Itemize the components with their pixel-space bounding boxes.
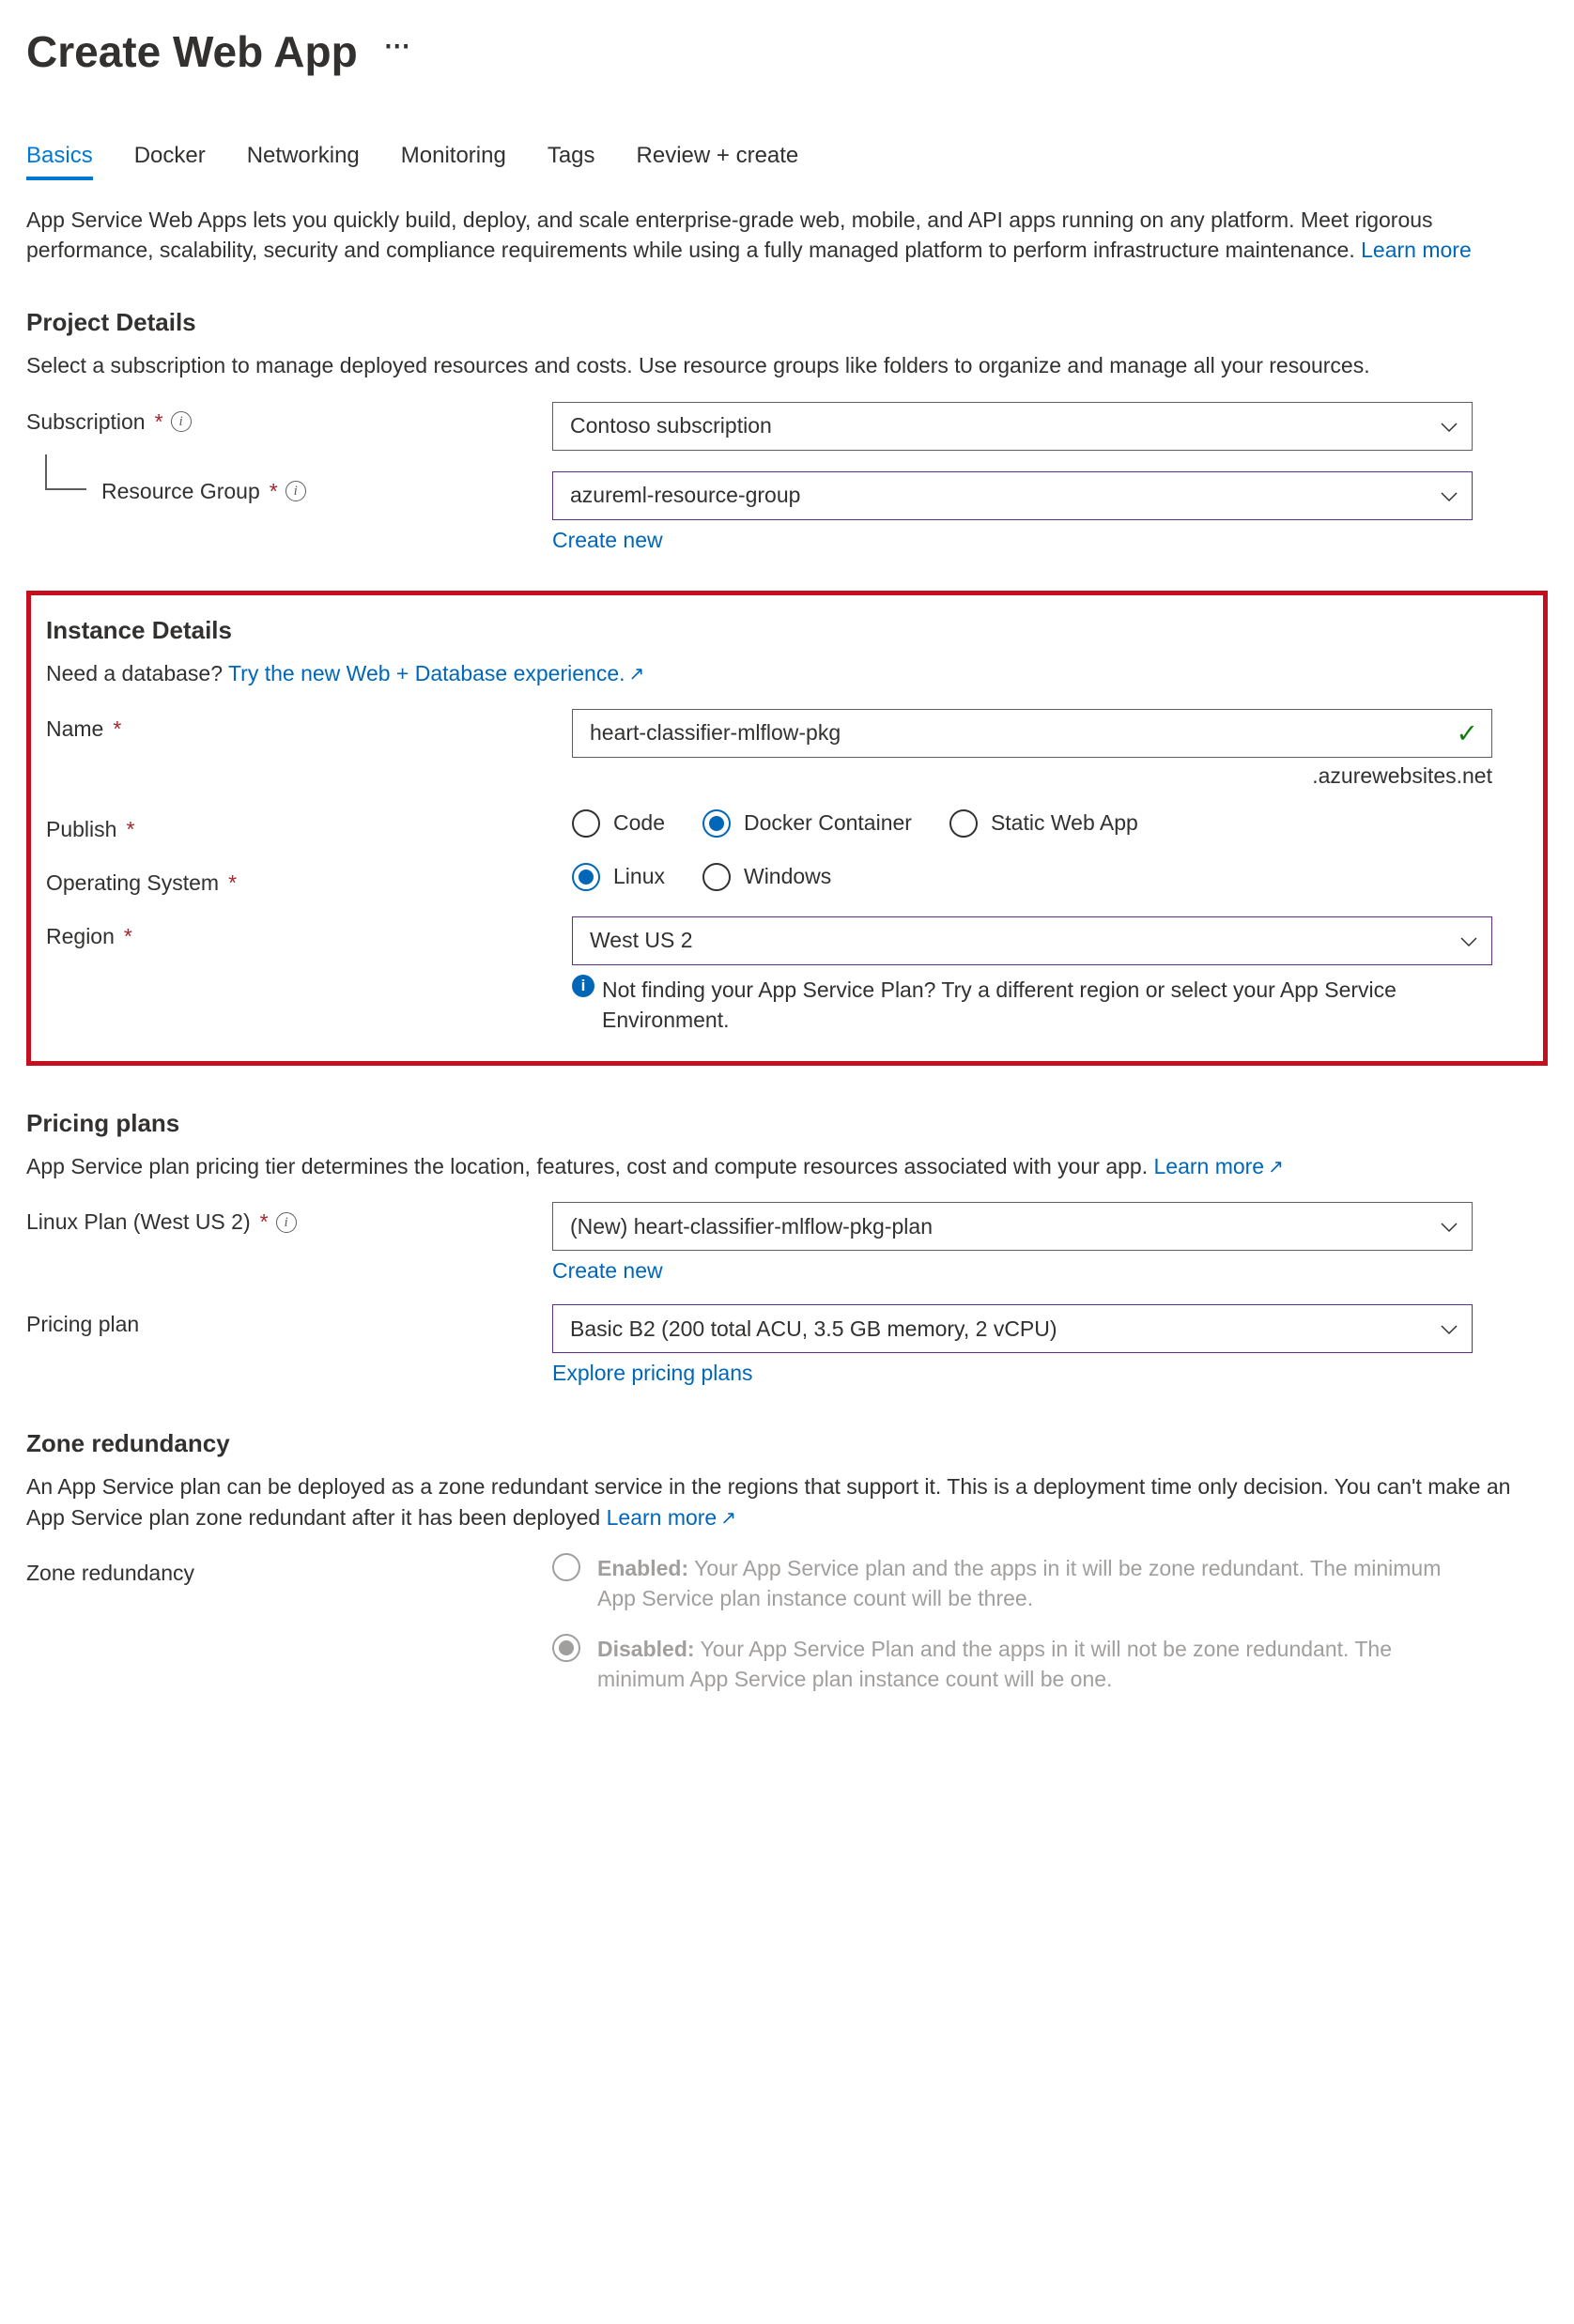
db-prompt: Need a database? Try the new Web + Datab…: [46, 658, 1528, 688]
tabs: Basics Docker Networking Monitoring Tags…: [26, 143, 1548, 178]
create-new-plan-link[interactable]: Create new: [552, 1258, 663, 1284]
zone-desc: An App Service plan can be deployed as a…: [26, 1471, 1548, 1531]
chevron-down-icon: [1440, 1217, 1458, 1236]
info-icon[interactable]: i: [285, 481, 306, 501]
zone-disabled-radio: [552, 1634, 580, 1662]
zone-row: Zone redundancy Enabled: Your App Servic…: [26, 1553, 1548, 1716]
web-database-link[interactable]: Try the new Web + Database experience.↗: [228, 661, 644, 685]
page-title: Create Web App ⋯: [26, 26, 1548, 77]
intro-text-body: App Service Web Apps lets you quickly bu…: [26, 208, 1433, 262]
check-icon: ✓: [1457, 717, 1478, 748]
os-windows-radio[interactable]: Windows: [702, 863, 831, 891]
resource-group-dropdown[interactable]: azureml-resource-group: [552, 471, 1473, 520]
explore-pricing-link[interactable]: Explore pricing plans: [552, 1361, 753, 1386]
publish-row: Publish* Code Docker Container Static We…: [46, 809, 1528, 842]
page-title-text: Create Web App: [26, 26, 358, 77]
chevron-down-icon: [1440, 417, 1458, 436]
info-icon[interactable]: i: [171, 411, 192, 432]
chevron-down-icon: [1459, 931, 1478, 950]
pricing-plan-value: Basic B2 (200 total ACU, 3.5 GB memory, …: [570, 1316, 1057, 1342]
zone-heading: Zone redundancy: [26, 1429, 1548, 1458]
publish-label: Publish*: [46, 809, 572, 842]
tab-tags[interactable]: Tags: [548, 143, 595, 178]
linux-plan-row: Linux Plan (West US 2)* i (New) heart-cl…: [26, 1202, 1548, 1284]
info-icon[interactable]: i: [276, 1212, 297, 1233]
name-input[interactable]: heart-classifier-mlflow-pkg ✓: [572, 709, 1492, 758]
subscription-dropdown[interactable]: Contoso subscription: [552, 402, 1473, 451]
project-details-desc: Select a subscription to manage deployed…: [26, 350, 1548, 380]
project-details-heading: Project Details: [26, 308, 1548, 337]
name-row: Name* heart-classifier-mlflow-pkg ✓ .azu…: [46, 709, 1528, 789]
pricing-learn-more-link[interactable]: Learn more↗: [1153, 1154, 1283, 1178]
tab-networking[interactable]: Networking: [247, 143, 360, 178]
linux-plan-dropdown[interactable]: (New) heart-classifier-mlflow-pkg-plan: [552, 1202, 1473, 1251]
pricing-desc: App Service plan pricing tier determines…: [26, 1151, 1548, 1181]
chevron-down-icon: [1440, 486, 1458, 505]
tab-docker[interactable]: Docker: [134, 143, 206, 178]
publish-docker-radio[interactable]: Docker Container: [702, 809, 912, 838]
tab-basics[interactable]: Basics: [26, 143, 93, 178]
resource-group-value: azureml-resource-group: [570, 483, 800, 508]
os-linux-radio[interactable]: Linux: [572, 863, 665, 891]
zone-label: Zone redundancy: [26, 1553, 552, 1586]
subscription-row: Subscription * i Contoso subscription: [26, 402, 1548, 451]
region-hint: i Not finding your App Service Plan? Try…: [572, 975, 1492, 1035]
tab-review-create[interactable]: Review + create: [637, 143, 799, 178]
resource-group-label: Resource Group * i: [26, 471, 552, 504]
region-dropdown[interactable]: West US 2: [572, 916, 1492, 965]
subscription-value: Contoso subscription: [570, 413, 772, 439]
subscription-label: Subscription * i: [26, 402, 552, 435]
external-link-icon: ↗: [629, 664, 645, 685]
zone-enabled-text: Enabled: Your App Service plan and the a…: [597, 1553, 1473, 1613]
intro-text: App Service Web Apps lets you quickly bu…: [26, 205, 1548, 265]
zone-enabled-radio: [552, 1553, 580, 1581]
create-new-rg-link[interactable]: Create new: [552, 528, 663, 553]
publish-code-radio[interactable]: Code: [572, 809, 665, 838]
learn-more-link[interactable]: Learn more: [1361, 238, 1472, 262]
pricing-heading: Pricing plans: [26, 1109, 1548, 1138]
external-link-icon: ↗: [720, 1508, 736, 1529]
linux-plan-label: Linux Plan (West US 2)* i: [26, 1202, 552, 1235]
resource-group-row: Resource Group * i azureml-resource-grou…: [26, 471, 1548, 553]
region-value: West US 2: [590, 928, 693, 953]
zone-learn-more-link[interactable]: Learn more↗: [607, 1505, 736, 1530]
publish-static-radio[interactable]: Static Web App: [949, 809, 1138, 838]
instance-details-box: Instance Details Need a database? Try th…: [26, 591, 1548, 1067]
os-row: Operating System* Linux Windows: [46, 863, 1528, 896]
zone-disabled-text: Disabled: Your App Service Plan and the …: [597, 1634, 1473, 1694]
region-label: Region*: [46, 916, 572, 949]
pricing-plan-row: Pricing plan Basic B2 (200 total ACU, 3.…: [26, 1304, 1548, 1386]
pricing-plan-dropdown[interactable]: Basic B2 (200 total ACU, 3.5 GB memory, …: [552, 1304, 1473, 1353]
name-value: heart-classifier-mlflow-pkg: [590, 720, 841, 746]
tab-monitoring[interactable]: Monitoring: [401, 143, 506, 178]
instance-details-heading: Instance Details: [46, 616, 1528, 645]
chevron-down-icon: [1440, 1319, 1458, 1338]
os-label: Operating System*: [46, 863, 572, 896]
pricing-plan-label: Pricing plan: [26, 1304, 552, 1337]
external-link-icon: ↗: [1268, 1157, 1284, 1177]
name-label: Name*: [46, 709, 572, 742]
name-suffix: .azurewebsites.net: [572, 763, 1492, 789]
info-solid-icon: i: [572, 975, 594, 997]
region-row: Region* West US 2 i Not finding your App…: [46, 916, 1528, 1035]
linux-plan-value: (New) heart-classifier-mlflow-pkg-plan: [570, 1214, 933, 1239]
